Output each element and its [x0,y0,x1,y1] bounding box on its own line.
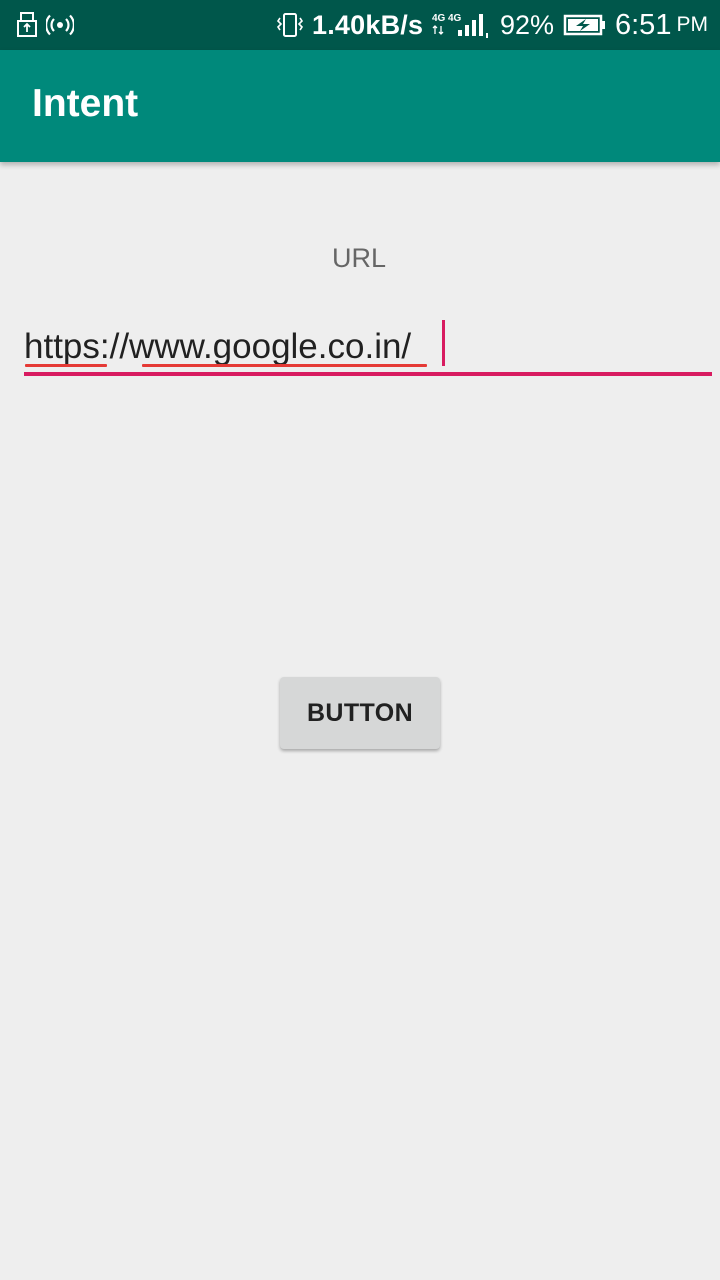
clock: 6:51 PM [615,0,708,50]
network-icon: 4G 4G [432,0,492,50]
battery-percent: 92% [500,9,555,40]
battery-charging-icon [563,0,607,50]
url-input[interactable]: https://www.google.co.in/ [24,318,712,378]
spellcheck-underline [142,364,427,367]
svg-text:4G: 4G [448,13,462,24]
url-input-value[interactable]: https://www.google.co.in/ [24,326,411,368]
spellcheck-underline [25,364,107,367]
svg-text:4G: 4G [432,13,446,24]
clock-ampm: PM [676,13,708,36]
hotspot-icon [46,0,74,50]
app-title: Intent [32,82,139,125]
vibrate-icon [276,0,304,50]
clock-time: 6:51 [615,8,672,41]
submit-button[interactable]: BUTTON [280,677,440,749]
status-bar: 1.40kB/s 4G 4G 92% 6:51 PM [0,0,720,50]
usb-icon [16,0,38,50]
url-input-underline [24,372,712,376]
url-label: URL [331,243,386,273]
text-cursor [442,320,445,366]
app-bar: Intent [0,50,720,162]
network-speed: 1.40kB/s [312,9,424,40]
